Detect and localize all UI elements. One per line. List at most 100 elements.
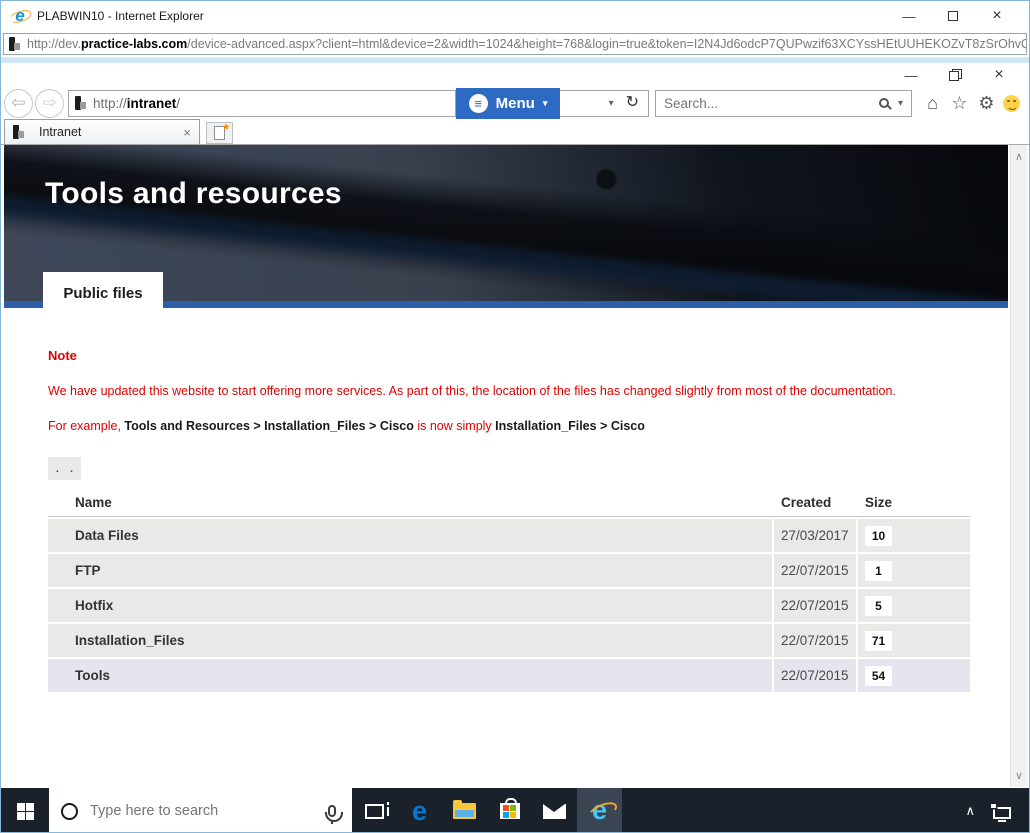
scroll-down-icon[interactable]: ∨ xyxy=(1015,769,1023,782)
column-header-created: Created xyxy=(774,495,858,510)
home-icon[interactable]: ⌂ xyxy=(922,94,943,112)
page-icon xyxy=(9,37,20,51)
file-table: Name Created Size Data Files 27/03/2017 … xyxy=(48,489,970,692)
feedback-smiley-icon[interactable] xyxy=(1003,95,1020,112)
inner-restore-button[interactable] xyxy=(933,64,977,86)
inner-close-button[interactable]: × xyxy=(977,64,1021,86)
tab-public-files[interactable]: Public files xyxy=(43,272,163,314)
cortana-icon xyxy=(61,803,78,820)
address-dropdown-icon[interactable]: ▾ xyxy=(609,98,614,109)
url-domain: practice-labs.com xyxy=(81,37,187,51)
note-body: We have updated this website to start of… xyxy=(48,384,964,398)
tab-intranet[interactable]: Intranet × xyxy=(4,119,200,144)
favorites-star-icon[interactable]: ☆ xyxy=(949,94,970,112)
scroll-up-icon[interactable]: ∧ xyxy=(1015,150,1023,163)
network-icon[interactable] xyxy=(993,807,1011,819)
outer-address-bar[interactable]: http://dev.practice-labs.com/device-adva… xyxy=(3,33,1027,55)
size-badge: 5 xyxy=(865,596,892,616)
taskbar-search-input[interactable] xyxy=(90,803,316,819)
inner-minimize-button[interactable]: — xyxy=(889,64,933,86)
page-content: Tools and resources Public files Note We… xyxy=(1,145,1029,787)
remote-desktop-screen: e PLABWIN10 - Internet Explorer — × http… xyxy=(0,0,1030,833)
file-explorer-icon xyxy=(453,803,476,819)
table-header-row: Name Created Size xyxy=(48,489,970,517)
inner-window-titlebar: — × xyxy=(1,63,1029,87)
search-input[interactable] xyxy=(664,96,870,111)
windows-taskbar: e e ∧ xyxy=(1,788,1029,833)
outer-minimize-button[interactable]: — xyxy=(887,3,931,29)
address-bar[interactable]: http://intranet/ xyxy=(68,90,456,117)
browser-toolbar-icons: ⌂ ☆ ⚙ xyxy=(912,94,1026,112)
browser-tab-bar: Intranet × xyxy=(1,119,1029,145)
mail-taskbar-button[interactable] xyxy=(532,788,577,833)
vertical-scrollbar[interactable]: ∧ ∨ xyxy=(1010,145,1027,787)
example-lead: For example, xyxy=(48,419,124,433)
page-title: Tools and resources xyxy=(45,177,342,211)
parent-directory-link[interactable]: . . xyxy=(48,457,81,480)
microphone-icon[interactable] xyxy=(328,805,336,817)
size-badge: 1 xyxy=(865,561,892,581)
outer-window-controls: — × xyxy=(887,3,1019,29)
outer-window-title: PLABWIN10 - Internet Explorer xyxy=(37,9,204,23)
tab-favicon xyxy=(13,125,24,139)
inner-browser-window: — × ⇦ ⇨ http://intranet/ ≡ Menu ▾ ▾ ↻ xyxy=(1,63,1029,788)
mail-icon xyxy=(543,804,566,819)
example-old-path: Tools and Resources > Installation_Files… xyxy=(124,419,413,433)
outer-close-button[interactable]: × xyxy=(975,3,1019,29)
new-tab-icon xyxy=(214,126,225,140)
new-tab-button[interactable] xyxy=(206,122,233,144)
note-heading: Note xyxy=(48,348,964,363)
internet-explorer-icon: e xyxy=(11,7,29,25)
task-view-icon xyxy=(365,804,384,819)
restore-icon xyxy=(949,69,962,81)
tab-close-icon[interactable]: × xyxy=(183,125,191,140)
forward-button[interactable]: ⇨ xyxy=(35,89,64,118)
example-middle: is now simply xyxy=(414,419,495,433)
edge-icon: e xyxy=(412,798,427,825)
tab-title: Intranet xyxy=(39,125,175,139)
url-prefix: http://dev. xyxy=(27,37,81,51)
address-suffix: / xyxy=(176,96,180,111)
edge-taskbar-button[interactable]: e xyxy=(397,788,442,833)
menu-circle-icon: ≡ xyxy=(469,94,488,113)
taskbar-search-box[interactable] xyxy=(49,788,352,833)
column-header-size: Size xyxy=(858,495,970,510)
address-dropdown-refresh: ▾ ↻ xyxy=(560,90,649,117)
table-row-installation-files[interactable]: Installation_Files 22/07/2015 71 xyxy=(48,624,970,657)
back-button[interactable]: ⇦ xyxy=(4,89,33,118)
search-icon[interactable] xyxy=(879,98,889,108)
internet-explorer-icon: e xyxy=(592,797,607,824)
page-icon xyxy=(75,96,86,110)
table-row-hotfix[interactable]: Hotfix 22/07/2015 5 xyxy=(48,589,970,622)
menu-caret-icon: ▾ xyxy=(543,98,548,109)
example-new-path: Installation_Files > Cisco xyxy=(495,419,645,433)
column-header-name: Name xyxy=(48,495,774,510)
size-badge: 10 xyxy=(865,526,892,546)
note-section: Note We have updated this website to sta… xyxy=(4,308,1008,433)
lab-menu-button[interactable]: ≡ Menu ▾ xyxy=(456,88,560,119)
table-row-tools[interactable]: Tools 22/07/2015 54 xyxy=(48,659,970,692)
settings-gear-icon[interactable]: ⚙ xyxy=(976,94,997,112)
table-row-ftp[interactable]: FTP 22/07/2015 1 xyxy=(48,554,970,587)
start-button[interactable] xyxy=(1,788,49,833)
search-dropdown-icon[interactable]: ▾ xyxy=(898,98,903,109)
windows-logo-icon xyxy=(17,803,34,820)
note-example: For example, Tools and Resources > Insta… xyxy=(48,419,964,433)
store-taskbar-button[interactable] xyxy=(487,788,532,833)
browser-navbar: ⇦ ⇨ http://intranet/ ≡ Menu ▾ ▾ ↻ ▾ ⌂ xyxy=(1,87,1029,119)
table-row-data-files[interactable]: Data Files 27/03/2017 10 xyxy=(48,519,970,552)
address-host: intranet xyxy=(127,96,177,111)
menu-label: Menu xyxy=(496,95,535,112)
internet-explorer-taskbar-button[interactable]: e xyxy=(577,788,622,833)
url-path: /device-advanced.aspx?client=html&device… xyxy=(187,37,1027,51)
outer-window-titlebar: e PLABWIN10 - Internet Explorer — × xyxy=(1,1,1029,31)
show-hidden-icons-button[interactable]: ∧ xyxy=(965,803,975,819)
outer-maximize-button[interactable] xyxy=(931,3,975,29)
file-explorer-taskbar-button[interactable] xyxy=(442,788,487,833)
size-badge: 71 xyxy=(865,631,892,651)
size-badge: 54 xyxy=(865,666,892,686)
refresh-icon[interactable]: ↻ xyxy=(626,95,639,111)
outer-address-row: http://dev.practice-labs.com/device-adva… xyxy=(1,31,1029,58)
store-icon xyxy=(500,803,520,819)
task-view-button[interactable] xyxy=(352,788,397,833)
